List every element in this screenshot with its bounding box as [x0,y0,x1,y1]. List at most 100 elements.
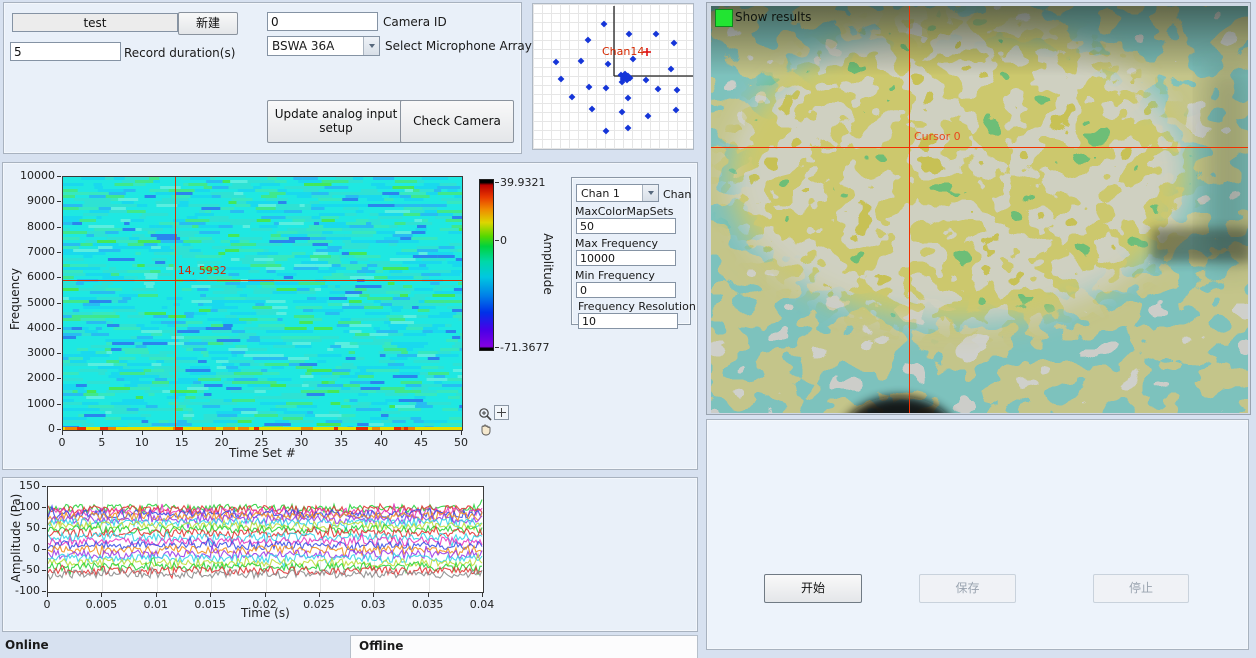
tick-mark [102,431,103,435]
spectrogram-x-tick-label: 20 [215,436,229,449]
camera-image[interactable]: Cursor 0 Show results [711,6,1248,413]
waveform-y-tick-label: 0 [33,542,40,555]
mic-array-plot[interactable]: Chan14 [532,3,694,150]
tick-mark [421,431,422,435]
spectrogram-x-tick-label: 30 [294,436,308,449]
project-name-input[interactable] [12,13,178,32]
tick-mark [57,201,61,202]
tick-mark [57,277,61,278]
offline-tab[interactable]: Offline [350,635,698,658]
max-frequency-label: Max Frequency [575,237,658,250]
waveform-x-tick-label: 0.025 [303,598,335,611]
spectrogram-y-tick-label: 9000 [27,194,55,207]
new-project-button[interactable]: 新建 [178,12,238,35]
waveform-y-tick-label: -100 [15,584,40,597]
waveform-plot[interactable] [47,486,484,593]
camera-cursor-vline[interactable] [909,6,910,413]
waveform-x-tick-label: 0 [44,598,51,611]
tick-mark [57,303,61,304]
chevron-down-icon[interactable] [363,37,379,55]
spectrogram-y-tick-label: 2000 [27,371,55,384]
tick-mark [156,593,157,597]
colorbar-zero-label: 0 [500,234,507,247]
tick-mark [57,252,61,253]
tick-mark [101,593,102,597]
max-colormap-input[interactable] [576,218,676,234]
min-frequency-label: Min Frequency [575,269,655,282]
spectrogram-x-tick-label: 10 [135,436,149,449]
spectrogram-cursor-label: 14, 5932 [178,264,227,277]
channel-label: Chan [663,188,691,201]
acoustic-camera-app: 新建 Record duration(s) Camera ID BSWA 36A… [0,0,1256,658]
tick-mark [262,431,263,435]
colorbar-tick [495,182,499,183]
spectrogram-x-tick-label: 40 [374,436,388,449]
control-panel: 开始 保存 停止 [706,419,1249,650]
max-frequency-input[interactable] [576,250,676,266]
spectrogram-y-tick-label: 4000 [27,321,55,334]
chevron-down-icon[interactable] [642,185,658,201]
show-results-toggle[interactable] [715,9,733,27]
spectrogram-cursor-vline[interactable] [175,177,176,430]
show-results-label: Show results [735,10,811,24]
channel-value: Chan 1 [577,187,642,200]
spectrogram-y-tick-label: 5000 [27,296,55,309]
online-tab-label[interactable]: Online [5,638,49,652]
tick-mark [182,431,183,435]
tick-mark [265,593,266,597]
channel-dropdown[interactable]: Chan 1 [576,184,659,202]
mic-array-label: Select Microphone Array [385,39,532,53]
start-button[interactable]: 开始 [764,574,862,603]
tick-mark [57,404,61,405]
waveform-y-tick-label: 150 [19,479,40,492]
camera-cursor-label: Cursor 0 [914,130,961,143]
cursor-tool-icon[interactable] [494,405,509,420]
tick-mark [42,528,46,529]
spectrogram-y-tick-label: 8000 [27,220,55,233]
waveform-x-tick-label: 0.005 [86,598,118,611]
check-camera-button[interactable]: Check Camera [400,100,514,143]
waveform-y-tick-label: -50 [22,563,40,576]
offline-tab-label: Offline [359,639,403,653]
tick-mark [42,486,46,487]
stop-button[interactable]: 停止 [1093,574,1189,603]
frequency-resolution-label: Frequency Resolution [578,300,696,313]
channel-controls-box: Chan 1 Chan MaxColorMapSets Max Frequenc… [571,177,691,325]
tick-mark [381,431,382,435]
spectrogram-x-tick-label: 35 [334,436,348,449]
spectrogram-plot[interactable]: 14, 5932 [62,176,463,431]
tick-mark [341,431,342,435]
camera-cursor-hline[interactable] [711,147,1248,148]
min-frequency-input[interactable] [576,282,676,298]
waveform-y-tick-label: 50 [26,521,40,534]
tick-mark [373,593,374,597]
spectrogram-x-tick-label: 15 [175,436,189,449]
colorbar-tick [495,240,499,241]
save-button[interactable]: 保存 [919,574,1016,603]
spectrogram-y-tick-label: 1000 [27,397,55,410]
tick-mark [142,431,143,435]
colorbar-tick [495,347,499,348]
waveform-y-tick-label: 100 [19,500,40,513]
tick-mark [428,593,429,597]
spectrogram-cursor-hline[interactable] [63,280,462,281]
camera-id-input[interactable] [267,12,378,31]
camera-id-label: Camera ID [383,15,447,29]
tick-mark [222,431,223,435]
update-analog-button[interactable]: Update analog input setup [267,100,405,143]
colorbar-max-label: 39.9321 [500,176,546,189]
spectrogram-x-tick-label: 45 [414,436,428,449]
record-duration-label: Record duration(s) [124,46,235,60]
spectrogram-y-tick-label: 10000 [20,169,55,182]
amplitude-colorbar[interactable] [479,179,494,351]
tick-mark [319,593,320,597]
frequency-resolution-input[interactable] [578,313,678,329]
spectrogram-y-tick-label: 6000 [27,270,55,283]
mic-array-dropdown[interactable]: BSWA 36A [267,36,380,56]
tick-mark [461,431,462,435]
waveform-x-tick-label: 0.03 [361,598,386,611]
pan-tool-icon[interactable] [478,422,494,438]
spectrogram-x-tick-label: 0 [59,436,66,449]
record-duration-input[interactable] [10,42,121,61]
config-panel: 新建 Record duration(s) Camera ID BSWA 36A… [3,2,522,154]
